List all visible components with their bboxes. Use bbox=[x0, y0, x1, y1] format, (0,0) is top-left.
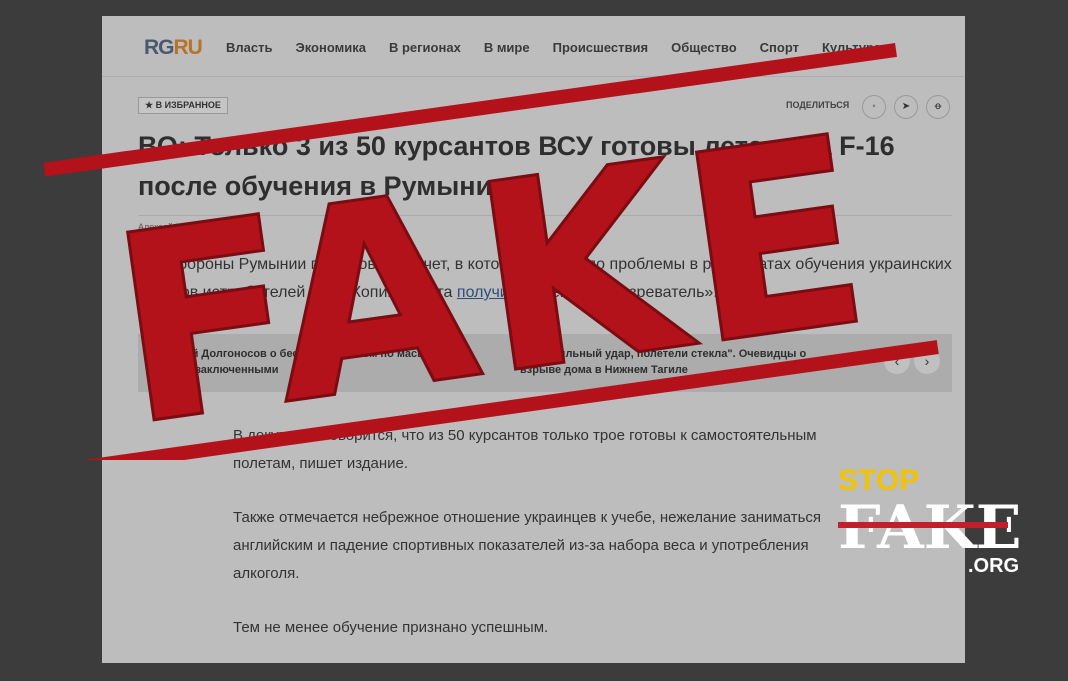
article-lead: Минобороны Румынии подготовило отчет, в … bbox=[138, 251, 958, 307]
add-to-favorites-button[interactable]: ★ В ИЗБРАННОЕ bbox=[138, 97, 228, 114]
paragraph: Тем не менее обучение признано успешным. bbox=[233, 619, 549, 636]
nav-item-economy[interactable]: Экономика bbox=[295, 40, 366, 55]
brand-strike bbox=[838, 522, 1008, 528]
ok-icon[interactable]: ꝋ bbox=[926, 95, 950, 119]
share-label: ПОДЕЛИТЬСЯ bbox=[786, 100, 850, 110]
nav-item-incidents[interactable]: Происшествия bbox=[553, 40, 649, 55]
author-divider bbox=[138, 215, 952, 216]
article-author[interactable]: Алексей Комолов bbox=[138, 222, 212, 232]
related-item-1[interactable]: Николай Долгоносов о беспрецедентном по … bbox=[152, 346, 482, 378]
lead-link[interactable]: получил bbox=[457, 284, 518, 301]
chevron-left-icon[interactable]: ‹ bbox=[884, 348, 910, 374]
telegram-icon[interactable]: ➤ bbox=[894, 95, 918, 119]
nav-item-world[interactable]: В мире bbox=[484, 40, 530, 55]
brand-org: .ORG bbox=[968, 555, 1019, 577]
nav-menu: Власть Экономика В регионах В мире Проис… bbox=[226, 40, 881, 55]
related-item-2[interactable]: "Был сильный удар, полетели стекла". Оче… bbox=[520, 346, 850, 378]
site-logo[interactable]: RGRU bbox=[144, 36, 203, 60]
nav-item-sport[interactable]: Спорт bbox=[760, 40, 799, 55]
chevron-right-icon[interactable]: › bbox=[914, 348, 940, 374]
related-news-strip: Николай Долгоносов о беспрецедентном по … bbox=[138, 334, 952, 392]
nav-item-society[interactable]: Общество bbox=[671, 40, 737, 55]
nav-item-culture[interactable]: Культура bbox=[822, 40, 881, 55]
top-navigation: RGRU Власть Экономика В регионах В мире … bbox=[102, 16, 965, 77]
nav-item-regions[interactable]: В регионах bbox=[389, 40, 461, 55]
article-headline: ВО: Только 3 из 50 курсантов ВСУ готовы … bbox=[138, 131, 895, 201]
vk-icon[interactable]: ◦ bbox=[862, 95, 886, 119]
paragraph: Также отмечается небрежное отношение укр… bbox=[233, 509, 822, 582]
paragraph: В документе говорится, что из 50 курсант… bbox=[233, 427, 817, 472]
lead-text-end: «Военный обозреватель». bbox=[518, 284, 718, 301]
nav-item-vlast[interactable]: Власть bbox=[226, 40, 272, 55]
stopfake-logo[interactable]: STOP FAKE .ORG bbox=[834, 460, 1022, 578]
